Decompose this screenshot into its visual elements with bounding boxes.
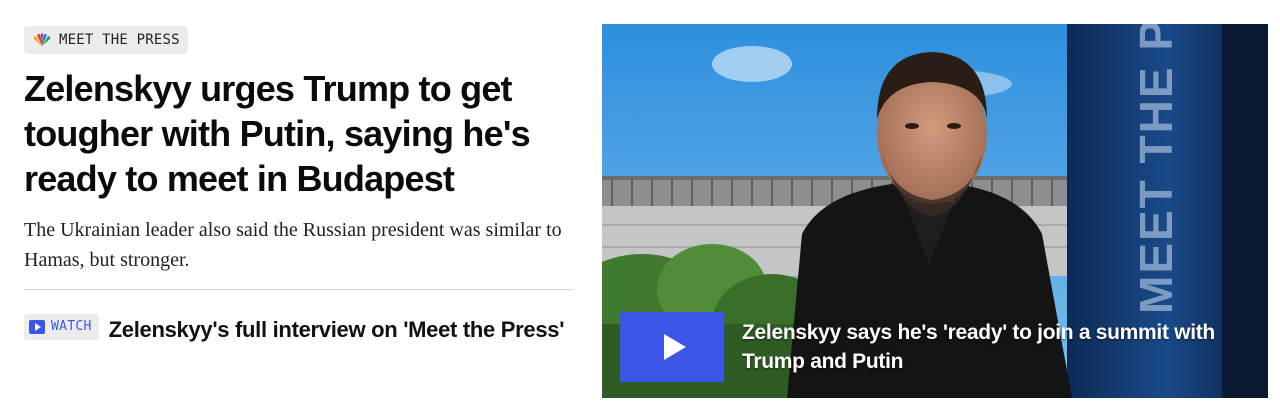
watch-label: WATCH	[51, 319, 92, 334]
play-button[interactable]	[620, 312, 724, 382]
divider	[24, 289, 574, 290]
article-teaser: MEET THE PRESS Zelenskyy urges Trump to …	[24, 26, 574, 345]
nbc-peacock-icon	[31, 33, 53, 47]
play-icon	[29, 320, 45, 334]
related-video-link[interactable]: WATCH Zelenskyy's full interview on 'Mee…	[24, 314, 574, 345]
article-dek: The Ukrainian leader also said the Russi…	[24, 219, 562, 271]
related-title: Zelenskyy's full interview on 'Meet the …	[108, 317, 565, 342]
section-badge-label: MEET THE PRESS	[59, 32, 180, 48]
article-headline[interactable]: Zelenskyy urges Trump to get tougher wit…	[24, 66, 574, 201]
watch-badge: WATCH	[24, 314, 99, 340]
play-icon	[664, 334, 686, 360]
video-player[interactable]: MEET THE PR Zelenskyy says he's 'ready' …	[602, 24, 1268, 398]
backdrop-text: MEET THE PR	[1130, 24, 1182, 314]
section-badge[interactable]: MEET THE PRESS	[24, 26, 188, 54]
video-caption[interactable]: Zelenskyy says he's 'ready' to join a su…	[742, 318, 1252, 376]
